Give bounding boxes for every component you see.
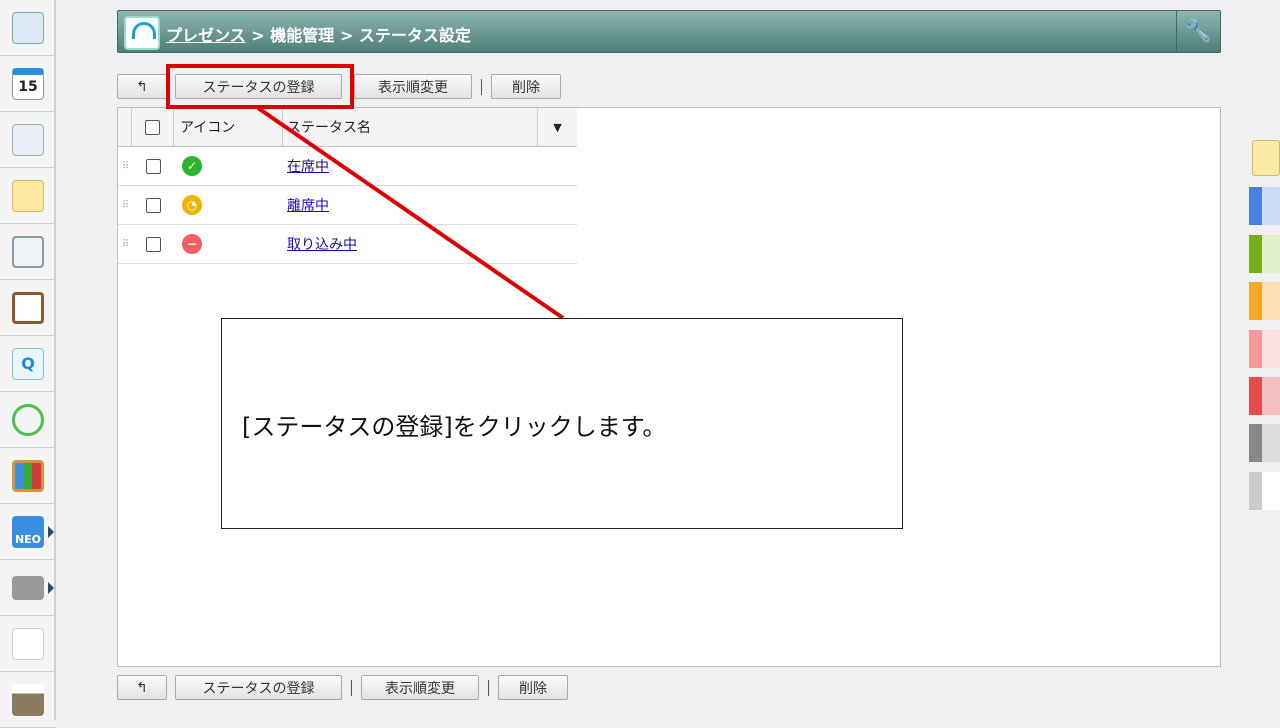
highlight-box xyxy=(166,64,354,109)
callout-pointer-line xyxy=(256,106,565,320)
instruction-callout: [ステータスの登録]をクリックします。 xyxy=(221,318,903,529)
callout-text: [ステータスの登録]をクリックします。 xyxy=(242,413,667,441)
